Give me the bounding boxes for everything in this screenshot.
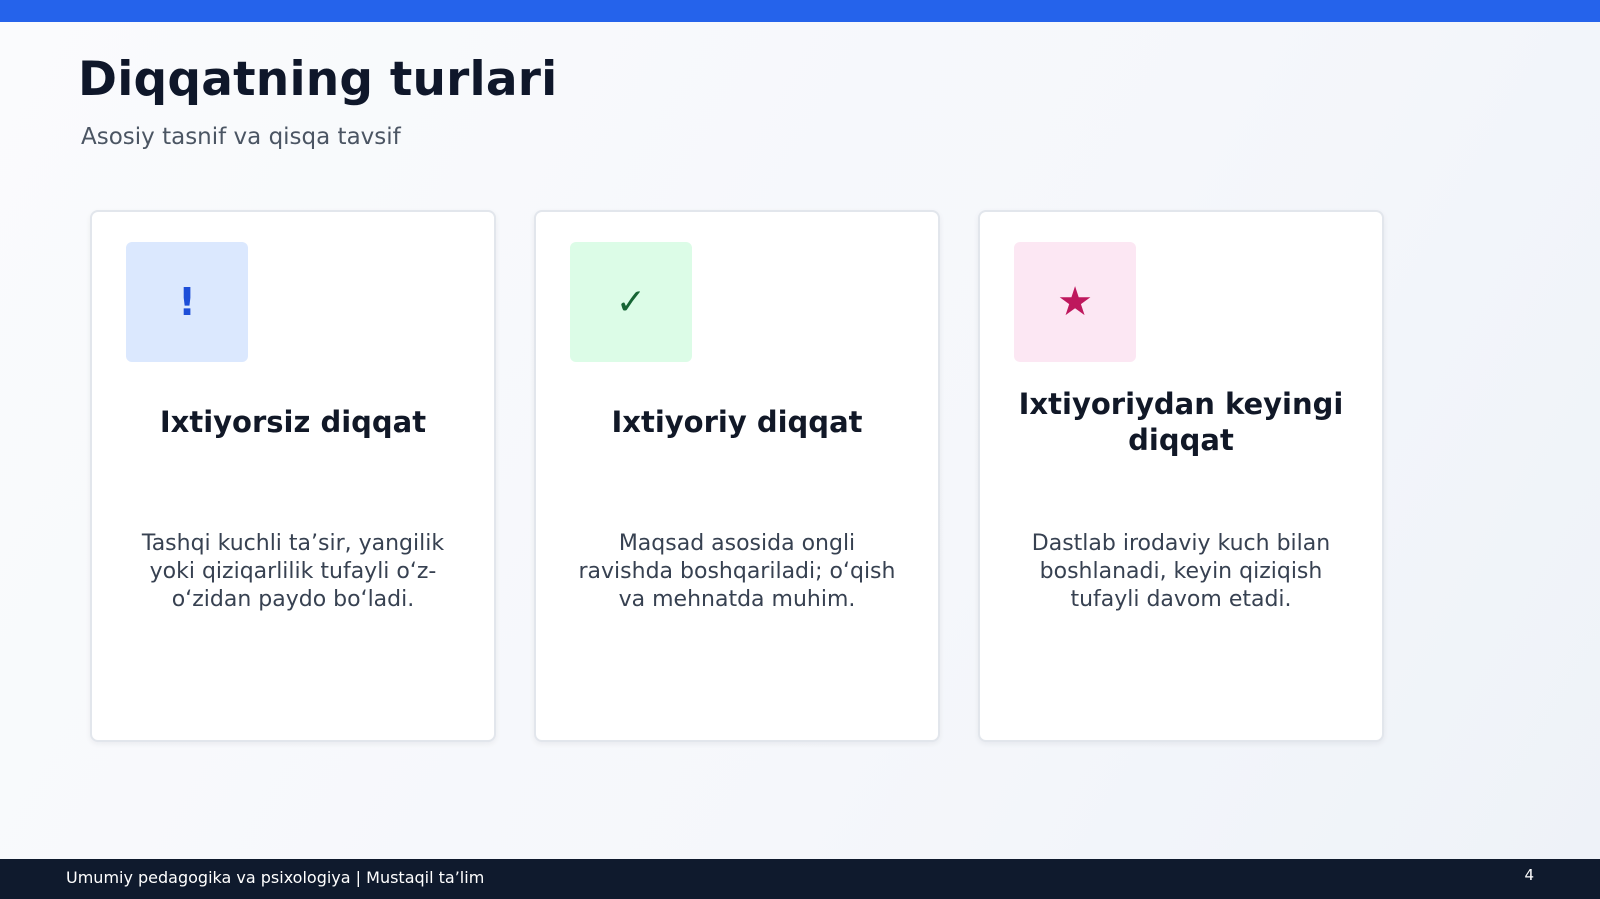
card-title: Ixtiyorsiz diqqat (159, 405, 427, 439)
card-voluntary-attention: ✓ Ixtiyoriy diqqat Maqsad asosida ongli … (534, 210, 940, 742)
card-description: Tashqi kuchli ta’sir, yangilik yoki qizi… (141, 531, 445, 612)
page-number: 4 (1524, 866, 1534, 884)
top-accent-bar (0, 0, 1600, 22)
footer-bar: Umumiy pedagogika va psixologiya | Musta… (0, 859, 1600, 899)
star-icon: ★ (1014, 242, 1136, 362)
slide-subtitle: Asosiy tasnif va qisqa tavsif (81, 124, 401, 150)
exclamation-icon: ! (126, 242, 248, 362)
slide-title: Diqqatning turlari (78, 52, 558, 107)
card-title: Ixtiyoriy diqqat (611, 405, 863, 439)
checkmark-icon: ✓ (570, 242, 692, 362)
card-description: Maqsad asosida ongli ravishda boshqarila… (578, 531, 896, 612)
card-post-voluntary-attention: ★ Ixtiyoriydan keyingi diqqat Dastlab ir… (978, 210, 1384, 742)
footer-text: Umumiy pedagogika va psixologiya | Musta… (66, 868, 485, 887)
card-involuntary-attention: ! Ixtiyorsiz diqqat Tashqi kuchli ta’sir… (90, 210, 496, 742)
card-description: Dastlab irodaviy kuch bilan boshlanadi, … (1031, 531, 1331, 612)
card-title: Ixtiyoriydan keyingi diqqat (1018, 387, 1344, 457)
